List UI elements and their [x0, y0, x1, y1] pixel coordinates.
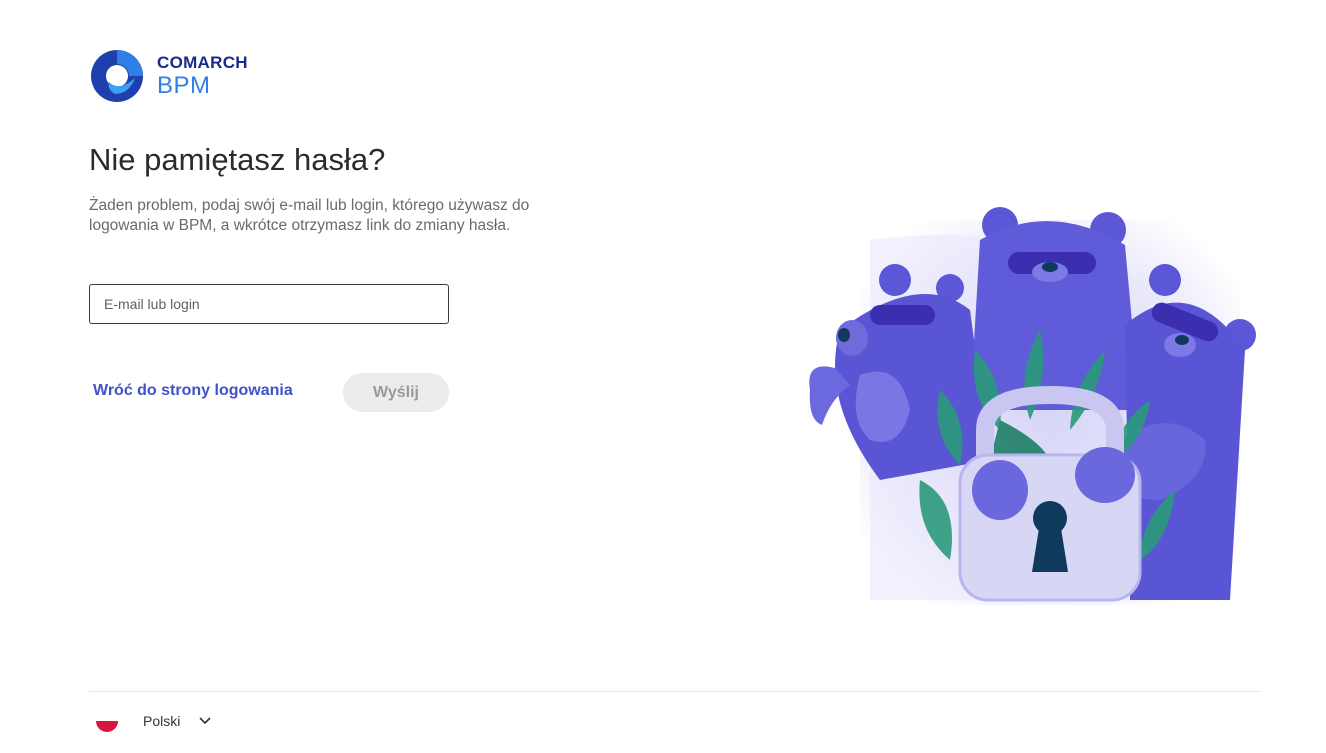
brand-product-name: BPM [157, 72, 211, 99]
poland-flag-icon [96, 710, 118, 732]
page-description: Żaden problem, podaj swój e-mail lub log… [89, 197, 530, 234]
right-paw [1075, 447, 1135, 503]
footer-divider [89, 691, 1261, 692]
language-label: Polski [143, 713, 181, 729]
brand-company-name: COMARCH [157, 53, 248, 72]
email-login-field[interactable] [89, 284, 449, 324]
page-title: Nie pamiętasz hasła? [89, 142, 386, 177]
email-login-input[interactable] [90, 285, 448, 323]
back-to-login-link[interactable]: Wróć do strony logowania [93, 382, 293, 400]
send-button[interactable]: Wyślij [343, 373, 449, 412]
language-selector[interactable]: Polski [96, 710, 212, 732]
center-bear [970, 207, 1140, 410]
left-paw [972, 460, 1028, 520]
comarch-logo-icon [91, 50, 143, 102]
brand-logo: COMARCH BPM [89, 48, 248, 104]
chevron-down-icon[interactable] [198, 714, 212, 728]
bears-padlock-illustration [809, 207, 1256, 605]
